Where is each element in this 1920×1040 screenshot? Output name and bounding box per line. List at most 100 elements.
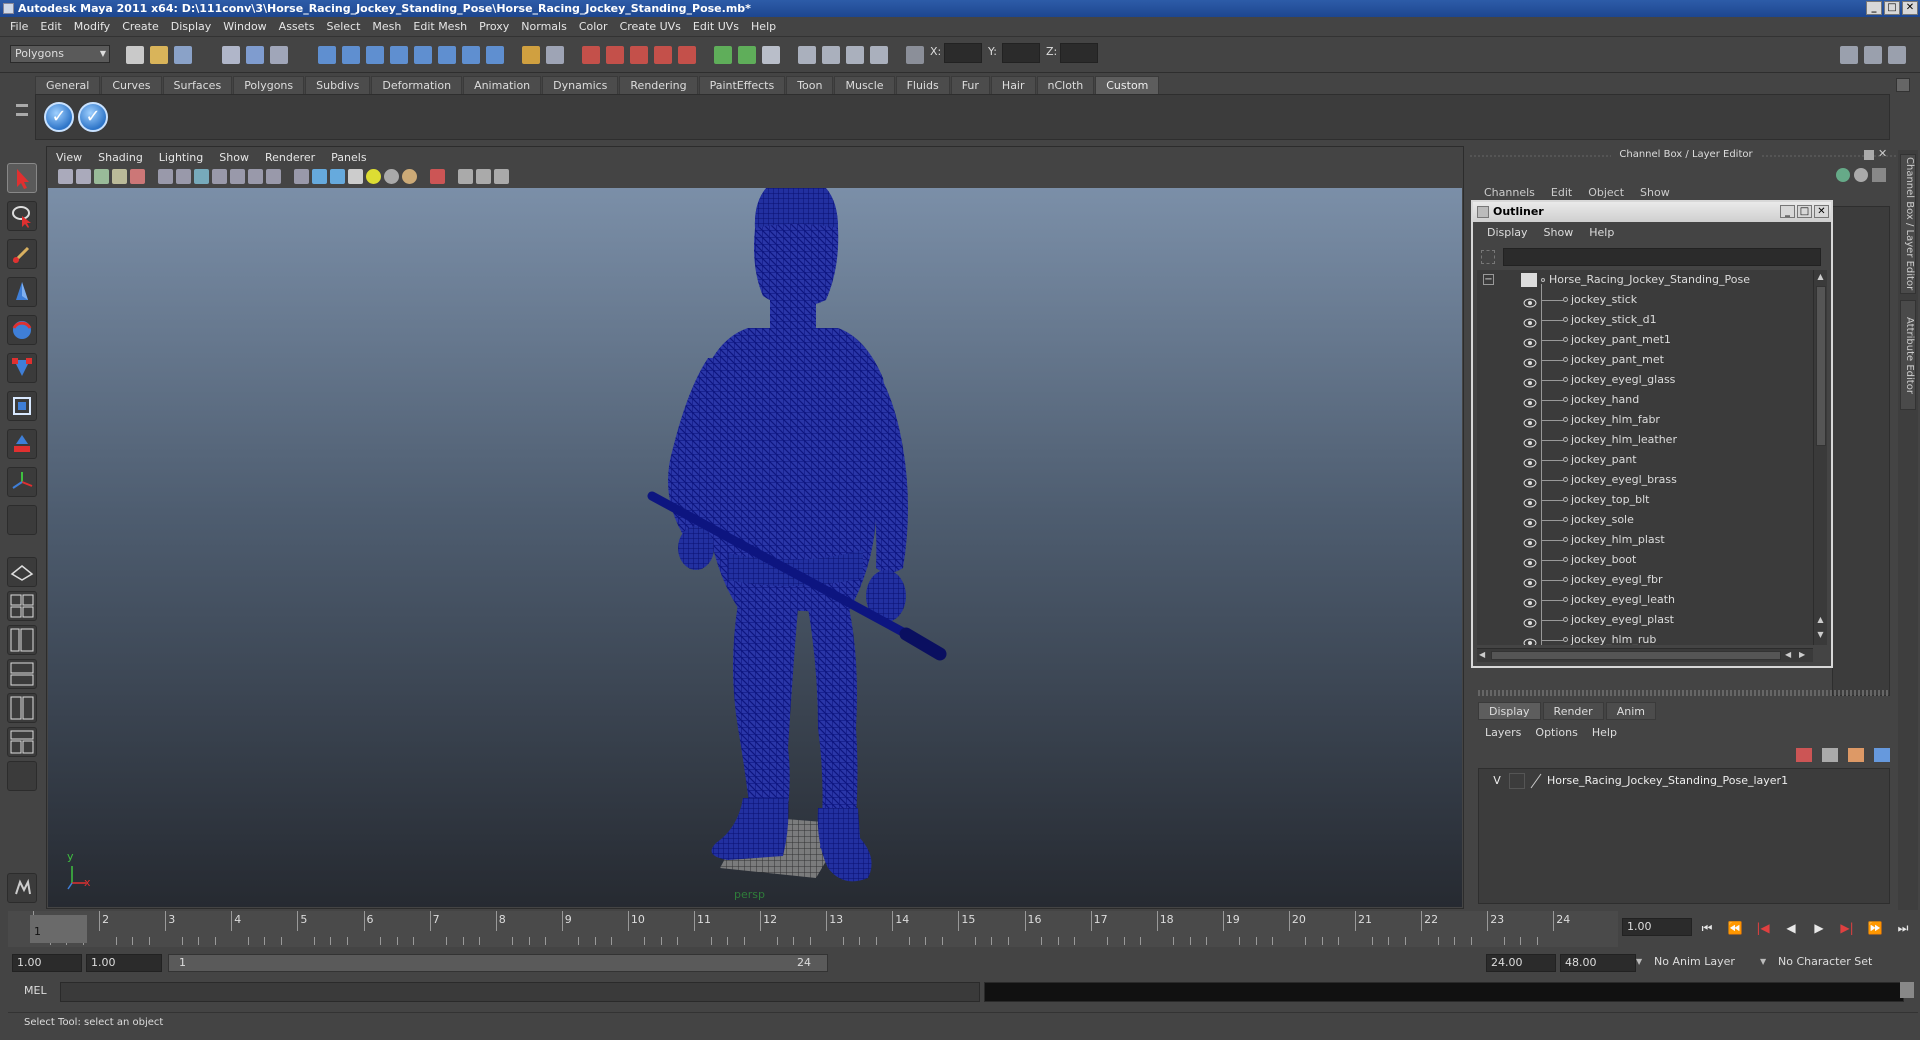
perspective-viewport[interactable]: y x persp <box>48 188 1462 907</box>
side-tab-attribute-editor[interactable]: Attribute Editor <box>1900 300 1916 410</box>
menu-create[interactable]: Create <box>116 20 165 33</box>
side-tab-channel-box[interactable]: Channel Box / Layer Editor <box>1900 154 1916 294</box>
menu-proxy[interactable]: Proxy <box>473 20 515 33</box>
menu-modify[interactable]: Modify <box>68 20 116 33</box>
viewport-menu-show[interactable]: Show <box>211 151 257 164</box>
outliner-item[interactable]: jockey_eyegl_leath <box>1477 590 1813 610</box>
move-layer-down-icon[interactable] <box>1822 748 1838 762</box>
outliner-item[interactable]: jockey_sole <box>1477 510 1813 530</box>
layer-menu-help[interactable]: Help <box>1585 726 1624 739</box>
panel-splitter[interactable] <box>1478 690 1890 696</box>
mask-handle-icon[interactable] <box>318 46 336 64</box>
move-tool-icon[interactable] <box>7 277 37 307</box>
shelf-tab-general[interactable]: General <box>35 76 101 94</box>
command-input-field[interactable] <box>60 982 980 1002</box>
camera-attributes-icon[interactable] <box>76 169 91 184</box>
scroll-thumb[interactable] <box>1816 286 1826 446</box>
outliner-horizontal-scrollbar[interactable]: ◀ ◀ ▶ <box>1477 648 1813 662</box>
render-frame-icon[interactable] <box>822 46 840 64</box>
range-slider[interactable]: 1 24 <box>168 954 828 972</box>
safe-action-icon[interactable] <box>248 169 263 184</box>
mask-rendering-icon[interactable] <box>462 46 480 64</box>
wireframe-shading-icon[interactable] <box>294 169 309 184</box>
menu-select[interactable]: Select <box>320 20 366 33</box>
outliner-item[interactable]: jockey_hlm_fabr <box>1477 410 1813 430</box>
universal-manipulator-icon[interactable] <box>7 391 37 421</box>
layer-color-swatch[interactable] <box>1529 773 1543 789</box>
gate-mask-icon[interactable] <box>212 169 227 184</box>
snap-grid-icon[interactable] <box>582 46 600 64</box>
outliner-vertical-scrollbar[interactable]: ▲ ▲ ▼ <box>1813 270 1827 645</box>
backface-culling-icon[interactable] <box>494 169 509 184</box>
character-set-dropdown[interactable]: No Character Set <box>1760 954 1894 972</box>
outliner-menu-help[interactable]: Help <box>1581 226 1622 239</box>
new-scene-icon[interactable] <box>126 46 144 64</box>
shelf-tab-curves[interactable]: Curves <box>101 76 162 94</box>
grid-icon[interactable] <box>158 169 173 184</box>
menu-display[interactable]: Display <box>165 20 218 33</box>
four-view-layout-icon[interactable] <box>7 591 37 621</box>
z-field[interactable] <box>1060 43 1098 63</box>
viewport-menu-view[interactable]: View <box>48 151 90 164</box>
menu-edit-uvs[interactable]: Edit UVs <box>687 20 745 33</box>
scroll-left-icon[interactable]: ◀ <box>1785 650 1795 661</box>
shelf-tab-ncloth[interactable]: nCloth <box>1036 76 1095 94</box>
channel-box-icon[interactable] <box>1836 168 1850 182</box>
cb-menu-show[interactable]: Show <box>1632 186 1678 199</box>
script-editor-icon[interactable] <box>1900 982 1914 998</box>
scroll-down-icon[interactable]: ▼ <box>1815 630 1826 640</box>
more-layouts-icon[interactable] <box>7 761 37 791</box>
shelf-tab-fur[interactable]: Fur <box>950 76 990 94</box>
outliner-maximize-button[interactable]: □ <box>1797 205 1812 218</box>
shelf-tab-hair[interactable]: Hair <box>990 76 1036 94</box>
rotate-tool-icon[interactable] <box>7 315 37 345</box>
close-button[interactable]: ✕ <box>1902 1 1918 15</box>
menu-assets[interactable]: Assets <box>273 20 321 33</box>
show-tool-settings-icon[interactable] <box>1864 46 1882 64</box>
outliner-item[interactable]: jockey_eyegl_glass <box>1477 370 1813 390</box>
check-icon[interactable]: ✓ <box>78 102 108 132</box>
cb-menu-edit[interactable]: Edit <box>1543 186 1580 199</box>
outliner-item[interactable]: jockey_stick <box>1477 290 1813 310</box>
highlight-selection-icon[interactable] <box>546 46 564 64</box>
outliner-item[interactable]: jockey_pant_met <box>1477 350 1813 370</box>
film-gate-icon[interactable] <box>176 169 191 184</box>
cb-menu-channels[interactable]: Channels <box>1476 186 1543 199</box>
outliner-root-row[interactable]: − Horse_Racing_Jockey_Standing_Pose <box>1477 270 1813 290</box>
outliner-menu-show[interactable]: Show <box>1536 226 1582 239</box>
shelf-tab-deformation[interactable]: Deformation <box>371 76 463 94</box>
hscroll-thumb[interactable] <box>1491 651 1781 660</box>
check-icon[interactable]: ✓ <box>44 102 74 132</box>
mask-deform-icon[interactable] <box>414 46 432 64</box>
play-backwards-icon[interactable]: ◀ <box>1780 920 1802 936</box>
last-tool-used-icon[interactable] <box>7 505 37 535</box>
move-layer-up-icon[interactable] <box>1796 748 1812 762</box>
layer-editor-icon[interactable] <box>1854 168 1868 182</box>
hypershade-persp-layout-icon[interactable] <box>7 693 37 723</box>
shelf-tab-polygons[interactable]: Polygons <box>233 76 305 94</box>
render-settings-icon[interactable] <box>870 46 888 64</box>
menu-set-dropdown[interactable]: Polygons <box>10 45 110 63</box>
current-frame-field[interactable]: 1.00 <box>1622 918 1692 936</box>
image-plane-icon[interactable] <box>112 169 127 184</box>
resolution-gate-icon[interactable] <box>194 169 209 184</box>
persp-outliner-layout-icon[interactable] <box>7 625 37 655</box>
outliner-item[interactable]: jockey_eyegl_brass <box>1477 470 1813 490</box>
maximize-button[interactable]: □ <box>1884 1 1900 15</box>
animation-start-field[interactable]: 1.00 <box>12 954 82 972</box>
layer-menu-options[interactable]: Options <box>1528 726 1584 739</box>
select-component-icon[interactable] <box>270 46 288 64</box>
viewport-menu-lighting[interactable]: Lighting <box>151 151 211 164</box>
scroll-left-icon[interactable]: ◀ <box>1479 650 1489 661</box>
outliner-search-field[interactable] <box>1503 248 1821 266</box>
2d-pan-zoom-icon[interactable] <box>130 169 145 184</box>
viewport-menu-shading[interactable]: Shading <box>90 151 151 164</box>
show-attribute-editor-icon[interactable] <box>1840 46 1858 64</box>
jockey-wireframe-model[interactable] <box>48 188 1462 907</box>
shelf-tab-dynamics[interactable]: Dynamics <box>542 76 619 94</box>
y-field[interactable] <box>1002 43 1040 63</box>
outliner-item[interactable]: jockey_stick_d1 <box>1477 310 1813 330</box>
cb-menu-object[interactable]: Object <box>1580 186 1632 199</box>
menu-create-uvs[interactable]: Create UVs <box>614 20 687 33</box>
paint-select-tool-icon[interactable] <box>7 239 37 269</box>
